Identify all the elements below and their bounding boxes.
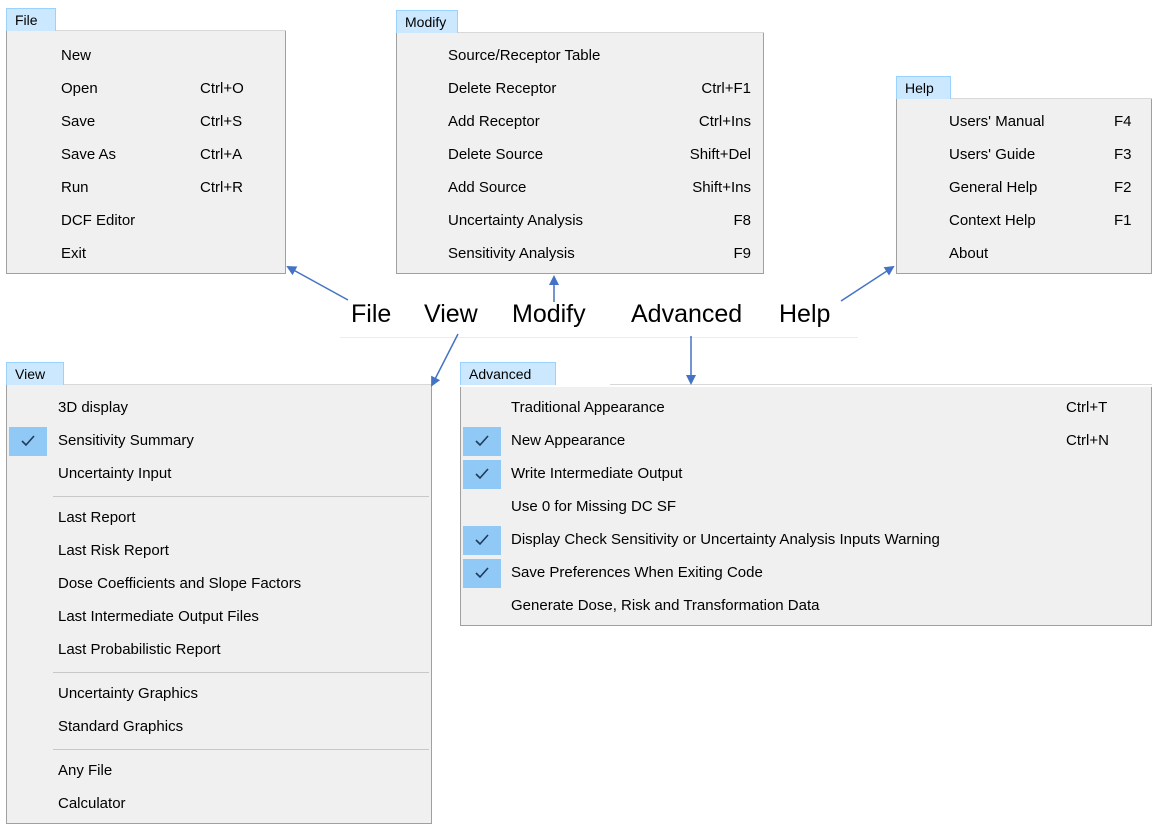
- arrow-file: [286, 266, 349, 301]
- connector-arrows: [286, 265, 895, 387]
- arrow-view: [431, 333, 459, 387]
- arrow-help: [840, 265, 895, 302]
